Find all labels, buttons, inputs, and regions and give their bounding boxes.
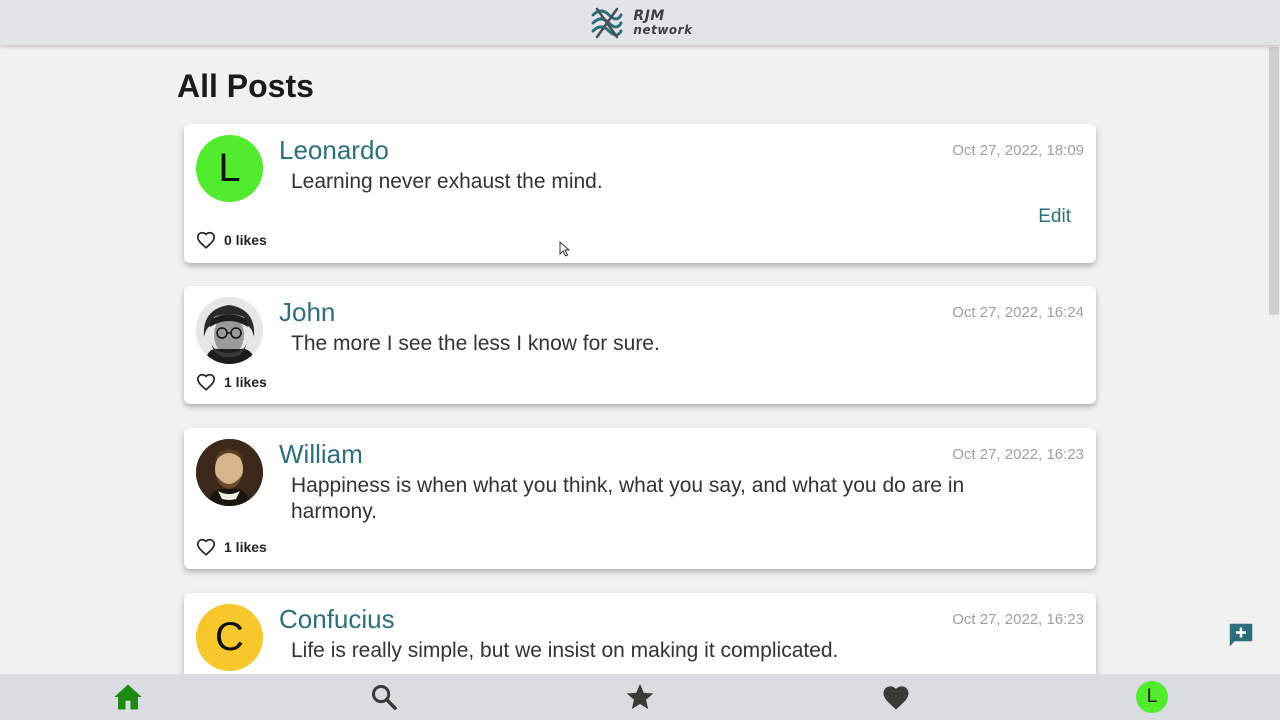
john-photo-icon [196,297,263,364]
profile-initial: L [1146,686,1158,707]
like-control[interactable]: 1 likes [196,538,267,556]
likes-count: 1 likes [224,374,267,390]
search-icon[interactable] [370,683,398,711]
author-avatar[interactable] [196,297,263,364]
top-bar: RJM network [0,0,1280,45]
nav-profile[interactable]: L [1136,681,1168,713]
post-timestamp: Oct 27, 2022, 18:09 [952,142,1084,159]
scrollbar[interactable] [1268,45,1280,675]
author-avatar[interactable] [196,439,263,506]
logo-line-1: RJM [633,7,665,24]
nav-favorites[interactable] [624,681,656,713]
scrollbar-thumb[interactable] [1269,47,1279,315]
heart-outline-icon[interactable] [196,231,216,249]
post-content: The more I see the less I know for sure. [291,332,660,355]
author-name[interactable]: Confucius [279,604,395,635]
add-comment-icon[interactable] [1226,620,1256,650]
nav-liked[interactable] [880,681,912,713]
logo-line-2: network [633,22,693,37]
nav-search[interactable] [368,681,400,713]
logo-text: RJM network [633,9,692,37]
star-icon[interactable] [625,682,655,712]
logo-icon [591,7,623,38]
heart-icon[interactable] [881,683,911,711]
heart-outline-icon[interactable] [196,538,216,556]
author-name[interactable]: Leonardo [279,135,389,166]
author-avatar[interactable]: L [196,135,263,202]
nav-home[interactable] [112,681,144,713]
author-avatar[interactable]: C [196,604,263,671]
bottom-nav: L [0,674,1280,720]
post-content: Learning never exhaust the mind. [291,170,603,193]
likes-count: 1 likes [224,539,267,555]
avatar-initial: L [218,146,241,190]
mouse-cursor-icon [559,241,571,257]
post-content: Life is really simple, but we insist on … [291,639,839,662]
logo[interactable]: RJM network [587,3,692,43]
edit-button[interactable]: Edit [1038,206,1071,228]
post-card: John Oct 27, 2022, 16:24 The more I see … [184,286,1096,404]
new-post-button[interactable] [1226,620,1256,650]
post-timestamp: Oct 27, 2022, 16:23 [952,446,1084,463]
post-content: Happiness is when what you think, what y… [291,474,965,523]
william-photo-icon [196,439,263,506]
heart-outline-icon[interactable] [196,373,216,391]
likes-count: 0 likes [224,232,267,248]
author-name[interactable]: William [279,439,363,470]
like-control[interactable]: 0 likes [196,231,267,249]
post-timestamp: Oct 27, 2022, 16:23 [952,611,1084,628]
page-title: All Posts [177,68,314,104]
post-card: William Oct 27, 2022, 16:23 Happiness is… [184,428,1096,569]
post-timestamp: Oct 27, 2022, 16:24 [952,304,1084,321]
profile-avatar[interactable]: L [1136,681,1168,713]
author-name[interactable]: John [279,297,335,328]
post-card: L Leonardo Oct 27, 2022, 18:09 Learning … [184,124,1096,263]
avatar-initial: C [215,615,244,659]
like-control[interactable]: 1 likes [196,373,267,391]
home-icon[interactable] [113,683,143,711]
